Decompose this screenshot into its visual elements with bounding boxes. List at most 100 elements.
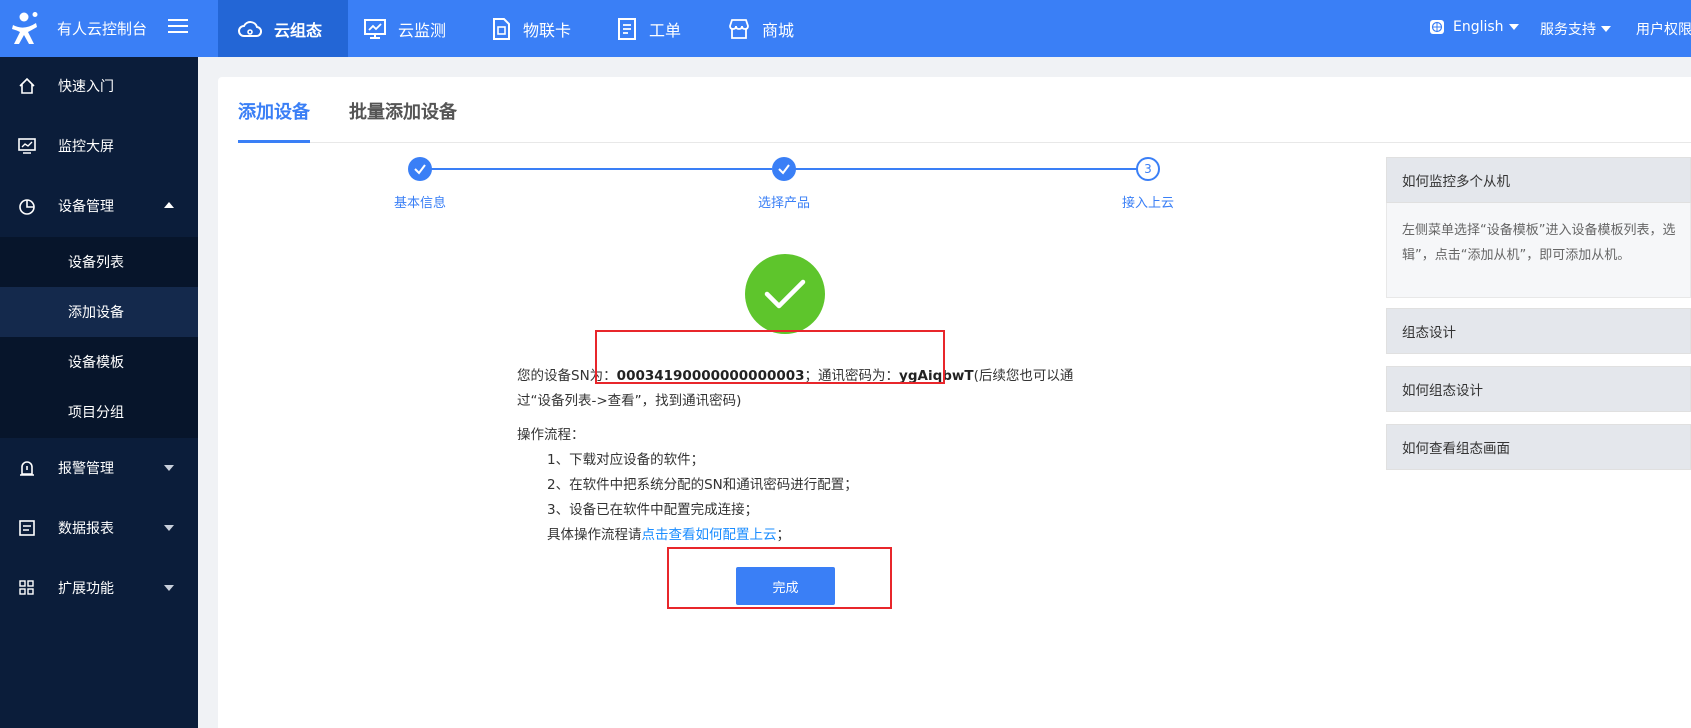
sn-info-line-2: 过“设备列表->查看”，找到通讯密码): [517, 393, 742, 409]
chevron-down-icon: [164, 525, 174, 531]
sidebar-item-extensions[interactable]: 扩展功能: [0, 559, 198, 617]
brand-name: 有人云控制台: [57, 20, 148, 38]
sidebar-item-label: 快速入门: [58, 79, 114, 95]
sidebar-item-label: 监控大屏: [58, 139, 114, 155]
monitor-chart-icon: [364, 18, 386, 39]
tab-batch-add-device[interactable]: 批量添加设备: [349, 98, 457, 124]
chevron-down-icon: [164, 465, 174, 471]
subitem-label: 设备模板: [68, 355, 124, 371]
nav-label: 云监测: [398, 20, 447, 40]
nav-shop[interactable]: 商城: [728, 0, 794, 57]
grid-icon: [18, 579, 36, 597]
faq-title[interactable]: 如何组态设计: [1386, 366, 1691, 412]
sidebar-item-quickstart[interactable]: 快速入门: [0, 57, 198, 115]
top-bar: 有人云控制台 云组态 云监测 物联卡 工单 商城 English 服务支持 用户…: [0, 0, 1691, 57]
process-step: 3、设备已在软件中配置完成连接；: [547, 502, 759, 518]
nav-label: 云组态: [274, 20, 323, 40]
sidebar-item-device-management[interactable]: 设备管理: [0, 177, 198, 235]
cloud-icon: [238, 19, 262, 39]
support-menu[interactable]: 服务支持: [1540, 19, 1611, 39]
faq-title[interactable]: 如何查看组态画面: [1386, 424, 1691, 470]
faq-body: 左侧菜单选择“设备模板”进入设备模板列表，选 辑”，点击“添加从机”，即可添加从…: [1386, 203, 1691, 298]
sn-suffix: (后续您也可以通: [973, 368, 1074, 384]
process-step: 1、下载对应设备的软件；: [547, 452, 705, 468]
tab-add-device[interactable]: 添加设备: [238, 98, 310, 124]
sim-card-icon: [491, 17, 511, 40]
report-icon: [18, 519, 36, 537]
subitem-label: 设备列表: [68, 255, 124, 271]
nav-label: 商城: [762, 20, 795, 40]
nav-cloud-config[interactable]: 云组态: [218, 0, 348, 57]
detail-suffix: ；: [776, 527, 791, 543]
faq-title[interactable]: 组态设计: [1386, 308, 1691, 354]
sidebar-item-label: 数据报表: [58, 521, 114, 537]
step-label: 基本信息: [393, 196, 446, 211]
step-3-current: 3: [1136, 157, 1160, 181]
step-label: 选择产品: [757, 196, 810, 211]
chevron-down-icon: [1601, 26, 1611, 32]
chevron-down-icon: [1508, 24, 1519, 30]
step-connector: [784, 168, 1137, 170]
process-title: 操作流程：: [517, 427, 585, 443]
nav-label: 工单: [649, 20, 682, 40]
faq-body-line: 左侧菜单选择“设备模板”进入设备模板列表，选: [1402, 223, 1676, 238]
process-detail-line: 具体操作流程请点击查看如何配置上云；: [547, 523, 790, 543]
check-icon: [414, 164, 426, 175]
shop-icon: [728, 18, 750, 39]
step-number: 3: [1144, 162, 1152, 176]
step-1-done: [408, 157, 432, 181]
sidebar-item-alarm[interactable]: 报警管理: [0, 439, 198, 497]
screen-icon: [18, 137, 36, 155]
faq-item: 如何组态设计: [1386, 366, 1691, 412]
nav-ticket[interactable]: 工单: [617, 0, 681, 57]
nav-cloud-monitor[interactable]: 云监测: [364, 0, 446, 57]
pie-icon: [18, 197, 36, 215]
sidebar-subitem-add-device[interactable]: 添加设备: [0, 287, 198, 337]
success-check-icon: [745, 254, 825, 334]
sidebar-item-dashboard[interactable]: 监控大屏: [0, 117, 198, 175]
faq-body-line: 辑”，点击“添加从机”，即可添加从机。: [1402, 248, 1631, 263]
home-icon: [18, 77, 36, 95]
sidebar-item-label: 扩展功能: [58, 581, 114, 597]
chevron-down-icon: [164, 585, 174, 591]
subitem-label: 项目分组: [68, 405, 124, 421]
tab-bar: 添加设备 批量添加设备: [238, 77, 1691, 143]
sidebar-subitem-project-group[interactable]: 项目分组: [0, 387, 198, 437]
faq-item: 如何查看组态画面: [1386, 424, 1691, 470]
sidebar-item-label: 报警管理: [58, 461, 114, 477]
nav-iot-card[interactable]: 物联卡: [491, 0, 571, 57]
device-submenu: 设备列表 添加设备 设备模板 项目分组: [0, 237, 198, 438]
ticket-icon: [617, 17, 637, 40]
sidebar-subitem-device-template[interactable]: 设备模板: [0, 337, 198, 387]
alarm-icon: [18, 459, 36, 477]
chevron-up-icon: [164, 202, 174, 208]
language-label: English: [1453, 19, 1504, 35]
sidebar-item-label: 设备管理: [58, 199, 114, 215]
support-label: 服务支持: [1540, 22, 1596, 38]
config-guide-link[interactable]: 点击查看如何配置上云: [642, 527, 777, 543]
globe-icon: [1429, 19, 1445, 35]
highlight-box-sn: [595, 330, 945, 384]
subitem-label: 添加设备: [68, 305, 124, 321]
user-permission-label: 用户权限: [1636, 22, 1691, 38]
step-connector: [420, 168, 772, 170]
sidebar-subitem-device-list[interactable]: 设备列表: [0, 237, 198, 287]
check-icon: [778, 164, 790, 175]
sidebar-item-data-report[interactable]: 数据报表: [0, 499, 198, 557]
step-label: 接入上云: [1121, 196, 1174, 211]
menu-toggle-icon[interactable]: [168, 18, 188, 34]
done-button[interactable]: 完成: [736, 567, 835, 605]
active-tab-indicator: [238, 140, 310, 143]
language-selector[interactable]: English: [1429, 19, 1519, 35]
faq-title[interactable]: 如何监控多个从机: [1386, 157, 1691, 203]
detail-prefix: 具体操作流程请: [547, 527, 642, 543]
process-step: 2、在软件中把系统分配的SN和通讯密码进行配置；: [547, 477, 858, 493]
step-2-done: [772, 157, 796, 181]
faq-item-expanded: 如何监控多个从机 左侧菜单选择“设备模板”进入设备模板列表，选 辑”，点击“添加…: [1386, 157, 1691, 298]
logo-icon: [10, 11, 42, 45]
content-panel: 添加设备 批量添加设备 3 基本信息 选择产品 接入上云 您的设备SN为：000…: [218, 77, 1691, 728]
sidebar: 快速入门 监控大屏 设备管理 设备列表 添加设备 设备模板 项目分组 报警管理: [0, 57, 198, 728]
user-permission-menu[interactable]: 用户权限: [1636, 19, 1691, 39]
faq-item: 组态设计: [1386, 308, 1691, 354]
nav-label: 物联卡: [523, 20, 572, 40]
